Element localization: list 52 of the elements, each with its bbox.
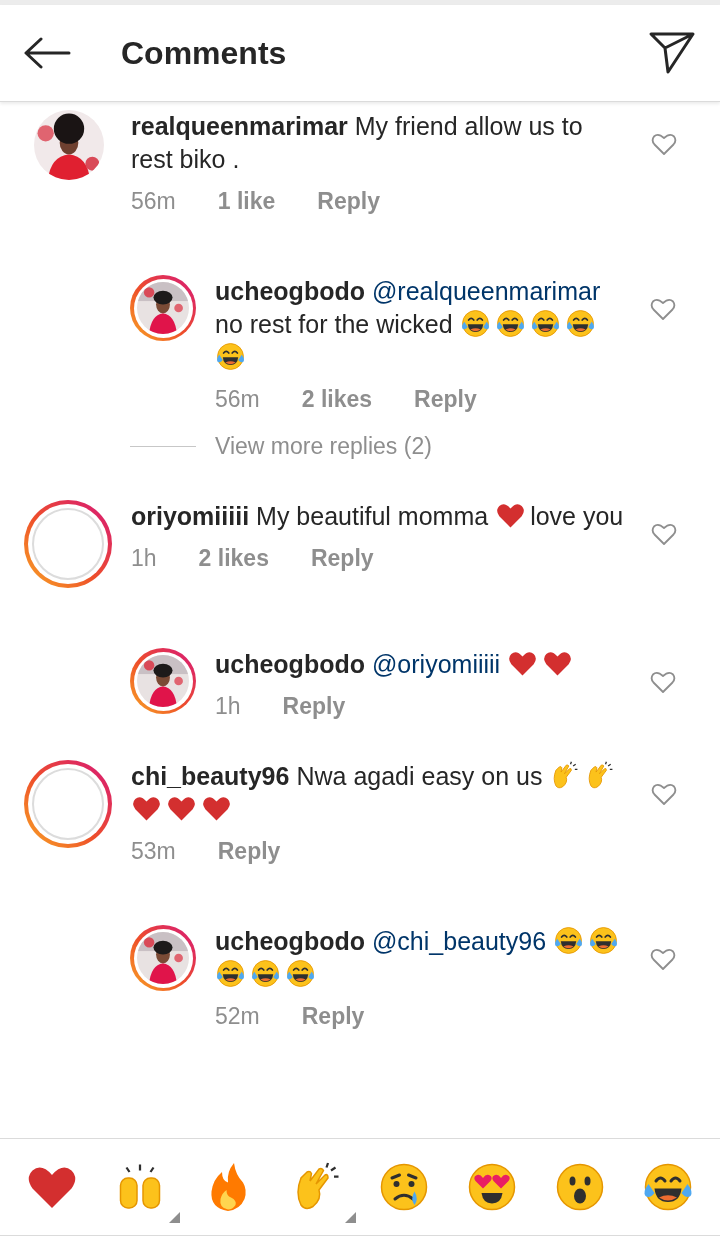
likes-count[interactable]: 2 likes (198, 545, 269, 572)
laughing-face-icon (529, 308, 561, 339)
back-arrow-icon[interactable] (23, 37, 71, 69)
view-more-replies-link[interactable]: View more replies (2) (215, 433, 432, 460)
avatar-placeholder (32, 508, 104, 580)
comment-text: My friend allow us to (354, 111, 583, 142)
like-heart-icon[interactable] (650, 670, 676, 694)
comment-text: love you (530, 501, 624, 532)
laughing-face-icon (588, 925, 620, 956)
username[interactable]: ucheogbodo (215, 925, 365, 958)
mention-link[interactable]: @realqueenmarimar (372, 275, 601, 308)
username[interactable]: ucheogbodo (215, 275, 365, 308)
username[interactable]: ucheogbodo (215, 648, 365, 681)
reply-button[interactable]: Reply (217, 838, 281, 865)
mention-link[interactable]: @chi_beauty96 (372, 925, 547, 958)
comment-time: 1h (215, 693, 241, 720)
laughing-face-icon (553, 925, 585, 956)
comment-time: 56m (215, 386, 260, 413)
like-heart-icon[interactable] (650, 947, 676, 971)
laughing-face-icon (494, 308, 526, 339)
like-heart-icon[interactable] (651, 522, 677, 546)
username[interactable]: realqueenmarimar (131, 110, 348, 143)
username[interactable]: chi_beauty96 (131, 760, 290, 793)
laughing-face-icon (250, 958, 281, 989)
mention-link[interactable]: @oriyomiiiii (372, 648, 501, 681)
comment-text: rest biko . (131, 144, 240, 175)
comment-text: Nwa agadi easy on us (296, 761, 543, 792)
reply-button[interactable]: Reply (282, 693, 346, 720)
likes-count[interactable]: 2 likes (301, 386, 373, 413)
reply-button[interactable]: Reply (310, 545, 374, 572)
comment-text: no rest for the wicked (215, 309, 453, 340)
comment-text: My beautiful momma (256, 501, 489, 532)
reply-button[interactable]: Reply (301, 1003, 365, 1030)
comment-time: 52m (215, 1003, 260, 1030)
comment-time: 53m (131, 838, 176, 865)
comment-time: 1h (131, 545, 157, 572)
like-heart-icon[interactable] (650, 297, 676, 321)
reply-button[interactable]: Reply (414, 386, 477, 413)
laughing-face-icon (459, 308, 491, 339)
laughing-face-icon (215, 958, 246, 989)
likes-count[interactable]: 1 like (217, 188, 276, 215)
username[interactable]: oriyomiiiii (131, 500, 250, 533)
avatar-placeholder (32, 768, 104, 840)
laughing-face-icon (564, 308, 596, 339)
laughing-face-icon (215, 341, 246, 372)
page-title: Comments (121, 34, 288, 72)
like-heart-icon[interactable] (651, 132, 677, 156)
send-icon[interactable] (648, 31, 696, 75)
laughing-face-icon (285, 958, 316, 989)
like-heart-icon[interactable] (651, 782, 677, 806)
comment-time: 56m (131, 188, 176, 215)
reply-button[interactable]: Reply (317, 188, 380, 215)
